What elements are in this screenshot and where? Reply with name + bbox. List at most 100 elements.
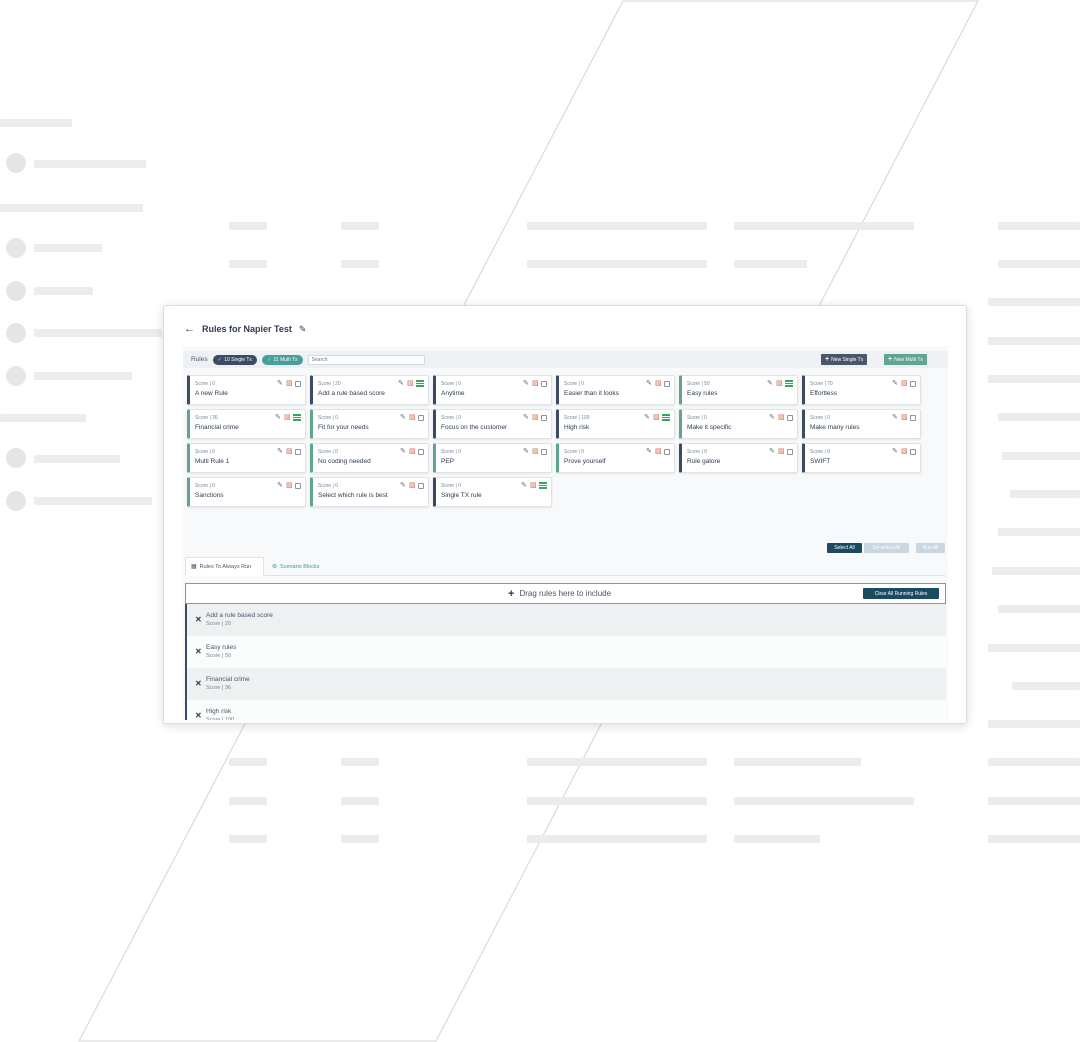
edit-icon[interactable]: ✎	[400, 414, 407, 421]
select-checkbox[interactable]	[295, 448, 301, 455]
edit-icon[interactable]: ✎	[277, 380, 284, 387]
trash-icon[interactable]: ▨	[901, 448, 908, 455]
trash-icon[interactable]: ▨	[532, 448, 539, 455]
select-checkbox[interactable]	[787, 414, 793, 421]
tab-scenario-blocks[interactable]: ⊛ Scenario Blocks	[267, 557, 337, 576]
trash-icon[interactable]: ▨	[653, 414, 660, 421]
running-rule-item[interactable]: ✕ Financial crime Score | 36	[185, 668, 946, 700]
edit-icon[interactable]: ✎	[767, 380, 774, 387]
rule-card[interactable]: Score | 0 Fit for your needs ✎ ▨	[310, 409, 429, 439]
rule-dropzone[interactable]: + Drag rules here to include Clear All R…	[185, 583, 946, 604]
rule-card[interactable]: Score | 0 SWIFT ✎ ▨	[802, 443, 921, 473]
edit-icon[interactable]: ✎	[892, 414, 899, 421]
select-checkbox[interactable]	[541, 448, 547, 455]
select-checkbox[interactable]	[418, 414, 424, 421]
running-rule-item[interactable]: ✕ High risk Score | 100	[185, 700, 946, 720]
rule-card[interactable]: Score | 0 Single TX rule ✎ ▨	[433, 477, 552, 507]
arrow-left-icon[interactable]: ←	[184, 323, 195, 335]
select-checkbox[interactable]	[664, 448, 670, 455]
edit-icon[interactable]: ✎	[523, 448, 530, 455]
trash-icon[interactable]: ▨	[284, 414, 291, 421]
trash-icon[interactable]: ▨	[407, 380, 414, 387]
edit-icon[interactable]: ✎	[644, 414, 651, 421]
rule-card[interactable]: Score | 70 Effortless ✎ ▨	[802, 375, 921, 405]
running-stack-icon[interactable]	[539, 482, 547, 490]
trash-icon[interactable]: ▨	[655, 448, 662, 455]
remove-icon[interactable]: ✕	[195, 711, 202, 720]
rule-card[interactable]: Score | 0 Prove yourself ✎ ▨	[556, 443, 675, 473]
trash-icon[interactable]: ▨	[530, 482, 537, 489]
rule-card[interactable]: Score | 20 Add a rule based score ✎ ▨	[310, 375, 429, 405]
rule-card[interactable]: Score | 0 Sanctions ✎ ▨	[187, 477, 306, 507]
remove-icon[interactable]: ✕	[195, 615, 202, 624]
trash-icon[interactable]: ▨	[901, 414, 908, 421]
edit-icon[interactable]: ✎	[277, 482, 284, 489]
trash-icon[interactable]: ▨	[655, 380, 662, 387]
rule-card[interactable]: Score | 36 Financial crime ✎ ▨	[187, 409, 306, 439]
new-multi-tx-button[interactable]: + New Multi Tx	[884, 354, 927, 365]
rule-card[interactable]: Score | 0 Anytime ✎ ▨	[433, 375, 552, 405]
trash-icon[interactable]: ▨	[409, 448, 416, 455]
rule-card[interactable]: Score | 0 Multi Rule 1 ✎ ▨	[187, 443, 306, 473]
running-rule-item[interactable]: ✕ Easy rules Score | 50	[185, 636, 946, 668]
running-stack-icon[interactable]	[785, 380, 793, 388]
running-stack-icon[interactable]	[416, 380, 424, 388]
trash-icon[interactable]: ▨	[286, 448, 293, 455]
remove-icon[interactable]: ✕	[195, 647, 202, 656]
select-checkbox[interactable]	[910, 414, 916, 421]
trash-icon[interactable]: ▨	[778, 414, 785, 421]
rule-card[interactable]: Score | 100 High risk ✎ ▨	[556, 409, 675, 439]
rule-card[interactable]: Score | 0 PEP ✎ ▨	[433, 443, 552, 473]
edit-icon[interactable]: ✎	[400, 482, 407, 489]
rule-card[interactable]: Score | 0 Make many rules ✎ ▨	[802, 409, 921, 439]
select-checkbox[interactable]	[295, 380, 301, 387]
edit-icon[interactable]: ✎	[275, 414, 282, 421]
edit-icon[interactable]: ✎	[277, 448, 284, 455]
edit-icon[interactable]: ✎	[523, 414, 530, 421]
trash-icon[interactable]: ▨	[409, 414, 416, 421]
multi-tx-filter[interactable]: ✓ 11 Multi Tx	[261, 354, 303, 365]
running-stack-icon[interactable]	[662, 414, 670, 422]
trash-icon[interactable]: ▨	[532, 414, 539, 421]
tab-rules-to-always-run[interactable]: ▦ Rules To Always Run	[185, 557, 264, 576]
new-single-tx-button[interactable]: + New Single Tx	[821, 354, 868, 365]
select-checkbox[interactable]	[787, 448, 793, 455]
edit-icon[interactable]: ✎	[769, 448, 776, 455]
trash-icon[interactable]: ▨	[532, 380, 539, 387]
single-tx-filter[interactable]: ✓ 10 Single Tx	[212, 354, 257, 365]
select-checkbox[interactable]	[418, 482, 424, 489]
rule-card[interactable]: Score | 0 Focus on the customer ✎ ▨	[433, 409, 552, 439]
rule-card[interactable]: Score | 0 Make it specific ✎ ▨	[679, 409, 798, 439]
edit-icon[interactable]: ✎	[892, 448, 899, 455]
select-all-button[interactable]: Select All	[827, 543, 862, 553]
rule-card[interactable]: Score | 0 Easier than it looks ✎ ▨	[556, 375, 675, 405]
edit-icon[interactable]: ✎	[892, 380, 899, 387]
trash-icon[interactable]: ▨	[286, 380, 293, 387]
search-input[interactable]	[307, 354, 425, 365]
rule-card[interactable]: Score | 50 Easy rules ✎ ▨	[679, 375, 798, 405]
edit-icon[interactable]: ✎	[646, 448, 653, 455]
edit-icon[interactable]: ✎	[769, 414, 776, 421]
select-checkbox[interactable]	[418, 448, 424, 455]
select-checkbox[interactable]	[664, 380, 670, 387]
edit-icon[interactable]: ✎	[523, 380, 530, 387]
run-all-button[interactable]: Run All	[916, 543, 945, 553]
trash-icon[interactable]: ▨	[776, 380, 783, 387]
edit-icon[interactable]: ✎	[398, 380, 405, 387]
rule-card[interactable]: Score | 0 A new Rule ✎ ▨	[187, 375, 306, 405]
select-checkbox[interactable]	[541, 380, 547, 387]
clear-running-rules-button[interactable]: Clear All Running Rules	[863, 588, 939, 599]
rule-card[interactable]: Score | 0 No coding needed ✎ ▨	[310, 443, 429, 473]
trash-icon[interactable]: ▨	[901, 380, 908, 387]
select-checkbox[interactable]	[910, 448, 916, 455]
edit-icon[interactable]: ✎	[299, 324, 307, 335]
select-checkbox[interactable]	[295, 482, 301, 489]
rule-card[interactable]: Score | 0 Rule galore ✎ ▨	[679, 443, 798, 473]
deselect-all-button[interactable]: De-select All	[864, 543, 909, 553]
trash-icon[interactable]: ▨	[409, 482, 416, 489]
rule-card[interactable]: Score | 0 Select which rule is best ✎ ▨	[310, 477, 429, 507]
trash-icon[interactable]: ▨	[286, 482, 293, 489]
select-checkbox[interactable]	[541, 414, 547, 421]
edit-icon[interactable]: ✎	[646, 380, 653, 387]
remove-icon[interactable]: ✕	[195, 679, 202, 688]
